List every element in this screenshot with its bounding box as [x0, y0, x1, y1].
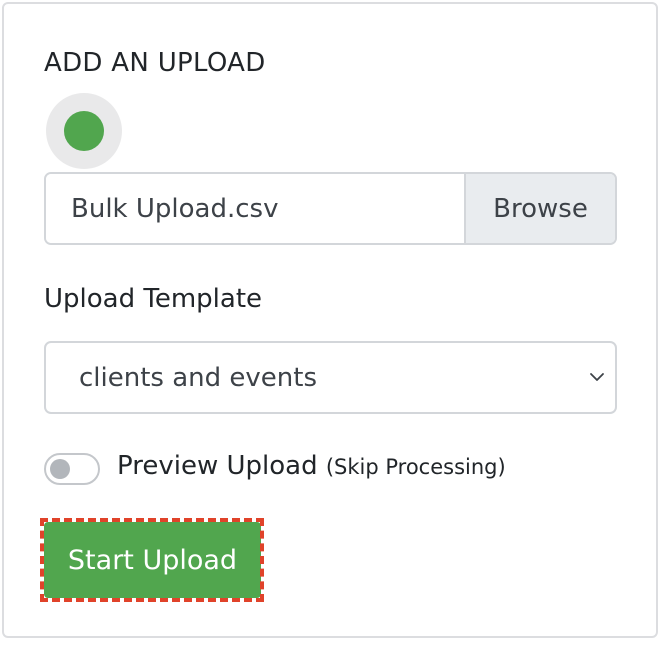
preview-upload-toggle[interactable]: [44, 453, 100, 485]
file-name-field[interactable]: Bulk Upload.csv: [46, 174, 464, 243]
toggle-knob: [50, 459, 70, 479]
preview-upload-label[interactable]: Preview Upload (Skip Processing): [117, 451, 506, 481]
preview-upload-note: (Skip Processing): [325, 455, 506, 479]
upload-template-select[interactable]: clients and events: [44, 341, 617, 414]
file-input-group[interactable]: Bulk Upload.csv Browse: [44, 172, 617, 245]
upload-template-label: Upload Template: [44, 284, 263, 314]
preview-upload-text: Preview Upload: [117, 451, 318, 481]
section-title: ADD AN UPLOAD: [44, 48, 266, 78]
chevron-down-icon: [590, 373, 604, 381]
upload-status-indicator: [46, 93, 122, 169]
status-dot-icon: [64, 111, 104, 151]
start-upload-button[interactable]: Start Upload: [44, 522, 261, 598]
upload-template-value: clients and events: [79, 362, 317, 393]
browse-button[interactable]: Browse: [464, 174, 615, 243]
